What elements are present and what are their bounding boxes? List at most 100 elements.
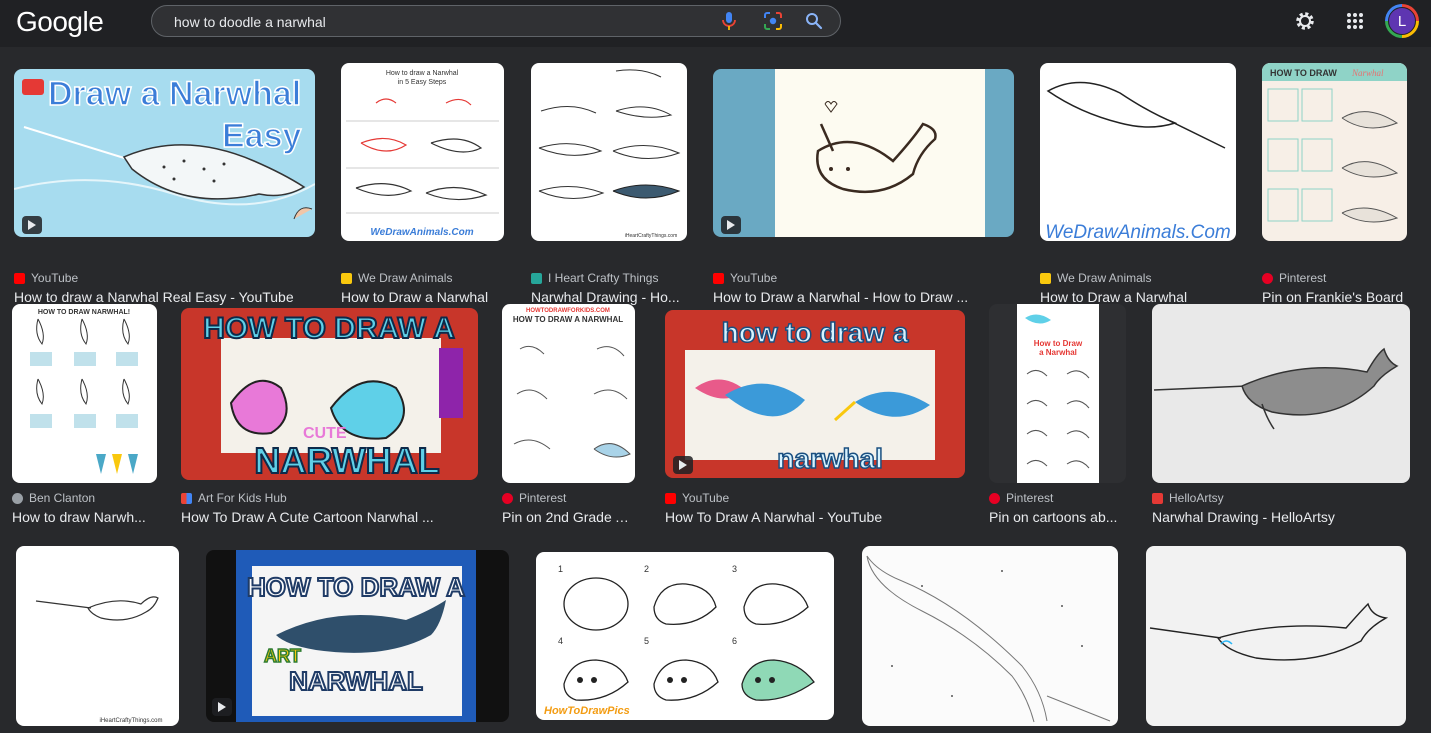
result-thumbnail[interactable]: iHeartCraftyThings.com [531, 63, 687, 241]
result-source[interactable]: Pinterest [1262, 271, 1326, 285]
thumb-caption: narwhal [777, 443, 883, 474]
thumb-caption: HOWTODRAWFORKIDS.COM [526, 308, 610, 314]
result-thumbnail[interactable]: Draw a Narwhal Easy [14, 69, 315, 237]
source-label: YouTube [682, 491, 730, 505]
result-thumbnail[interactable] [713, 69, 1014, 237]
thumb-caption: 5 [644, 636, 649, 646]
result-thumbnail[interactable]: iHeartCraftyThings.com [16, 546, 179, 726]
source-label: We Draw Animals [1057, 271, 1152, 285]
result-source[interactable]: Ben Clanton [12, 491, 95, 505]
thumb-caption: HowToDrawPics [544, 705, 630, 717]
image-results-grid: Draw a Narwhal Easy YouTube How to draw … [0, 47, 1431, 733]
result-thumbnail[interactable]: HOW TO DRAW NARWHAL! [12, 304, 157, 483]
thumb-caption: iHeartCraftyThings.com [99, 718, 162, 724]
result-source[interactable]: Pinterest [502, 491, 566, 505]
source-label: YouTube [730, 271, 778, 285]
source-label: Art For Kids Hub [198, 491, 287, 505]
result-thumbnail[interactable]: 1 2 3 4 5 6 HowToDrawPics [536, 552, 834, 720]
video-play-icon [721, 216, 741, 234]
source-favicon-icon [341, 272, 352, 284]
result-source[interactable]: HelloArtsy [1152, 491, 1224, 505]
thumb-caption: HOW TO DRAW NARWHAL! [38, 309, 130, 316]
result-thumbnail[interactable]: WeDrawAnimals.Com [1040, 63, 1236, 241]
microphone-icon[interactable] [718, 10, 740, 32]
source-favicon-icon [531, 272, 542, 284]
result-title[interactable]: How to draw Narwh... [12, 509, 157, 525]
result-thumbnail[interactable]: HOW TO DRAW A NARWHAL ART [206, 550, 509, 722]
source-favicon-icon [1152, 492, 1163, 504]
source-label: Pinterest [1006, 491, 1054, 505]
result-source[interactable]: Pinterest [989, 491, 1053, 505]
result-thumbnail[interactable] [862, 546, 1118, 726]
source-favicon-icon [1040, 272, 1051, 284]
result-source[interactable]: We Draw Animals [1040, 271, 1151, 285]
result-thumbnail[interactable]: How to Draw a Narwhal [989, 304, 1126, 483]
result-title[interactable]: Narwhal Drawing - Ho... [531, 289, 687, 305]
result-title[interactable]: How to Draw a Narwhal - How to Draw ... [713, 289, 1014, 305]
result-source[interactable]: YouTube [665, 491, 729, 505]
result-title[interactable]: How To Draw A Cute Cartoon Narwhal ... [181, 509, 478, 525]
thumb-caption: HOW TO DRAW A NARWHAL [513, 315, 623, 324]
result-thumbnail[interactable]: how to draw a narwhal [665, 310, 965, 478]
thumb-caption: 6 [732, 636, 737, 646]
result-thumbnail[interactable] [1152, 304, 1410, 483]
source-label: YouTube [31, 271, 79, 285]
google-logo[interactable]: Google [16, 6, 104, 38]
result-source[interactable]: YouTube [14, 271, 78, 285]
source-favicon-icon [989, 492, 1000, 504]
thumb-caption: 3 [732, 564, 737, 574]
search-box[interactable] [151, 5, 841, 38]
thumb-caption: HOW TO DRAW A [247, 572, 465, 602]
thumb-caption: Narwhal [1351, 68, 1384, 78]
thumb-caption: WeDrawAnimals.Com [370, 227, 473, 238]
source-favicon-icon [12, 492, 23, 504]
source-favicon-icon [713, 272, 724, 284]
thumb-caption: how to draw a [722, 317, 909, 348]
thumb-caption: HOW TO DRAW A [203, 312, 455, 345]
account-avatar[interactable]: L [1385, 4, 1419, 38]
source-favicon-icon [502, 492, 513, 504]
source-label: HelloArtsy [1169, 491, 1224, 505]
result-thumbnail[interactable]: How to draw a Narwhal in 5 Easy Steps We… [341, 63, 504, 241]
apps-grid-icon[interactable] [1343, 9, 1367, 33]
result-title[interactable]: How to Draw a Narwhal [341, 289, 504, 305]
source-label: We Draw Animals [358, 271, 453, 285]
avatar-letter: L [1388, 7, 1416, 35]
thumb-caption: HOW TO DRAW [1270, 68, 1337, 78]
top-bar: Google how to doodle a narwhal L [0, 0, 1431, 47]
thumb-caption: in 5 Easy Steps [398, 79, 447, 86]
result-thumbnail[interactable]: HOW TO DRAW A CUTE NARWHAL [181, 308, 478, 480]
search-input[interactable] [172, 6, 716, 38]
camera-lens-icon[interactable] [762, 10, 784, 32]
thumb-caption: NARWHAL [289, 666, 423, 696]
result-source[interactable]: Art For Kids Hub [181, 491, 287, 505]
thumb-caption: iHeartCraftyThings.com [625, 233, 678, 239]
result-source[interactable]: We Draw Animals [341, 271, 452, 285]
result-source[interactable]: I Heart Crafty Things [531, 271, 658, 285]
source-label: Pinterest [1279, 271, 1327, 285]
result-title[interactable]: Pin on Frankie's Board [1262, 289, 1407, 305]
result-title[interactable]: Pin on 2nd Grade A... [502, 509, 635, 525]
settings-gear-icon[interactable] [1293, 9, 1317, 33]
result-thumbnail[interactable]: HOWTODRAWFORKIDS.COM HOW TO DRAW A NARWH… [502, 304, 635, 483]
result-title[interactable]: How to draw a Narwhal Real Easy - YouTub… [14, 289, 315, 305]
result-title[interactable]: How to Draw a Narwhal [1040, 289, 1236, 305]
thumb-caption: How to draw a Narwhal [386, 70, 459, 77]
result-title[interactable]: Pin on cartoons ab... [989, 509, 1126, 525]
video-play-icon [22, 216, 42, 234]
result-title[interactable]: Narwhal Drawing - HelloArtsy [1152, 509, 1410, 525]
source-favicon-icon [14, 272, 25, 284]
result-thumbnail[interactable] [1146, 546, 1406, 726]
result-thumbnail[interactable]: HOW TO DRAW Narwhal [1262, 63, 1407, 241]
source-favicon-icon [181, 492, 192, 504]
thumb-caption: Draw a Narwhal [48, 75, 301, 113]
search-icon[interactable] [803, 10, 825, 32]
source-label: Pinterest [519, 491, 567, 505]
result-title[interactable]: How To Draw A Narwhal - YouTube [665, 509, 965, 525]
thumb-caption: NARWHAL [254, 440, 439, 480]
thumb-caption: 4 [558, 636, 563, 646]
thumb-caption: ART [264, 646, 301, 666]
result-source[interactable]: YouTube [713, 271, 777, 285]
source-label: Ben Clanton [29, 491, 96, 505]
source-favicon-icon [1262, 272, 1273, 284]
